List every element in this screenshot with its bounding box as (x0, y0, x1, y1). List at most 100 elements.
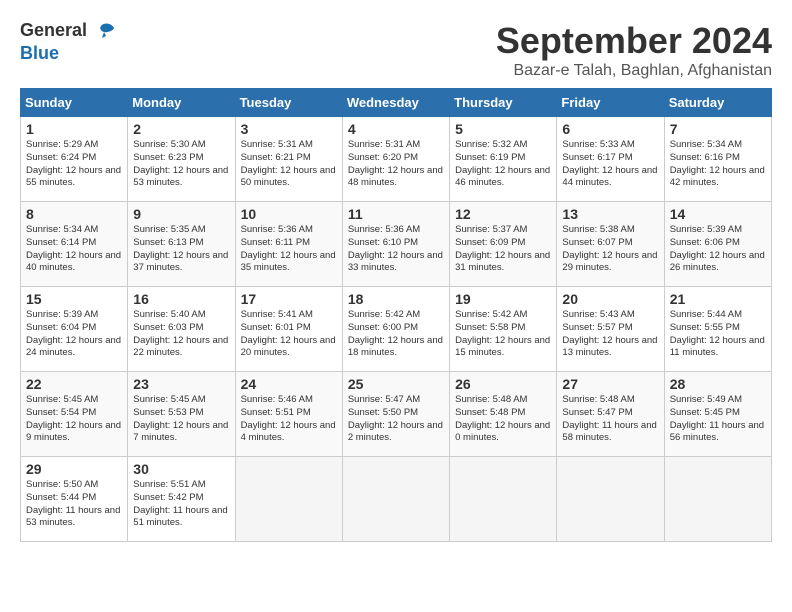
calendar-cell: 19 Sunrise: 5:42 AMSunset: 5:58 PMDaylig… (450, 287, 557, 372)
day-info: Sunrise: 5:40 AMSunset: 6:03 PMDaylight:… (133, 309, 228, 358)
day-info: Sunrise: 5:36 AMSunset: 6:10 PMDaylight:… (348, 224, 443, 273)
day-number: 22 (26, 376, 122, 392)
calendar-cell: 20 Sunrise: 5:43 AMSunset: 5:57 PMDaylig… (557, 287, 664, 372)
calendar-table: SundayMondayTuesdayWednesdayThursdayFrid… (20, 88, 772, 542)
day-info: Sunrise: 5:45 AMSunset: 5:53 PMDaylight:… (133, 394, 228, 443)
calendar-cell: 14 Sunrise: 5:39 AMSunset: 6:06 PMDaylig… (664, 202, 771, 287)
calendar-cell: 25 Sunrise: 5:47 AMSunset: 5:50 PMDaylig… (342, 372, 449, 457)
day-number: 13 (562, 206, 658, 222)
day-number: 8 (26, 206, 122, 222)
day-info: Sunrise: 5:44 AMSunset: 5:55 PMDaylight:… (670, 309, 765, 358)
calendar-cell: 30 Sunrise: 5:51 AMSunset: 5:42 PMDaylig… (128, 457, 235, 542)
calendar-cell (235, 457, 342, 542)
day-info: Sunrise: 5:31 AMSunset: 6:20 PMDaylight:… (348, 139, 443, 188)
day-number: 26 (455, 376, 551, 392)
day-number: 6 (562, 121, 658, 137)
day-number: 11 (348, 206, 444, 222)
day-info: Sunrise: 5:47 AMSunset: 5:50 PMDaylight:… (348, 394, 443, 443)
day-info: Sunrise: 5:42 AMSunset: 5:58 PMDaylight:… (455, 309, 550, 358)
weekday-header-wednesday: Wednesday (342, 89, 449, 117)
calendar-cell: 8 Sunrise: 5:34 AMSunset: 6:14 PMDayligh… (21, 202, 128, 287)
calendar-cell: 28 Sunrise: 5:49 AMSunset: 5:45 PMDaylig… (664, 372, 771, 457)
day-number: 16 (133, 291, 229, 307)
day-info: Sunrise: 5:34 AMSunset: 6:16 PMDaylight:… (670, 139, 765, 188)
calendar-cell: 21 Sunrise: 5:44 AMSunset: 5:55 PMDaylig… (664, 287, 771, 372)
logo-bird-icon (94, 20, 118, 44)
day-number: 21 (670, 291, 766, 307)
calendar-row-1: 1 Sunrise: 5:29 AMSunset: 6:24 PMDayligh… (21, 117, 772, 202)
calendar-cell (342, 457, 449, 542)
day-info: Sunrise: 5:48 AMSunset: 5:47 PMDaylight:… (562, 394, 656, 443)
weekday-header-tuesday: Tuesday (235, 89, 342, 117)
calendar-cell: 24 Sunrise: 5:46 AMSunset: 5:51 PMDaylig… (235, 372, 342, 457)
day-number: 20 (562, 291, 658, 307)
day-info: Sunrise: 5:35 AMSunset: 6:13 PMDaylight:… (133, 224, 228, 273)
day-number: 5 (455, 121, 551, 137)
logo-blue: Blue (20, 43, 59, 63)
day-number: 9 (133, 206, 229, 222)
day-number: 1 (26, 121, 122, 137)
day-number: 2 (133, 121, 229, 137)
weekday-header-sunday: Sunday (21, 89, 128, 117)
day-number: 19 (455, 291, 551, 307)
calendar-cell: 15 Sunrise: 5:39 AMSunset: 6:04 PMDaylig… (21, 287, 128, 372)
calendar-cell: 17 Sunrise: 5:41 AMSunset: 6:01 PMDaylig… (235, 287, 342, 372)
calendar-cell: 23 Sunrise: 5:45 AMSunset: 5:53 PMDaylig… (128, 372, 235, 457)
calendar-cell: 7 Sunrise: 5:34 AMSunset: 6:16 PMDayligh… (664, 117, 771, 202)
calendar-cell: 4 Sunrise: 5:31 AMSunset: 6:20 PMDayligh… (342, 117, 449, 202)
day-number: 30 (133, 461, 229, 477)
location-title: Bazar-e Talah, Baghlan, Afghanistan (496, 62, 772, 80)
day-number: 10 (241, 206, 337, 222)
day-number: 12 (455, 206, 551, 222)
calendar-cell: 16 Sunrise: 5:40 AMSunset: 6:03 PMDaylig… (128, 287, 235, 372)
day-info: Sunrise: 5:43 AMSunset: 5:57 PMDaylight:… (562, 309, 657, 358)
day-info: Sunrise: 5:37 AMSunset: 6:09 PMDaylight:… (455, 224, 550, 273)
day-number: 18 (348, 291, 444, 307)
day-number: 25 (348, 376, 444, 392)
day-info: Sunrise: 5:38 AMSunset: 6:07 PMDaylight:… (562, 224, 657, 273)
day-number: 29 (26, 461, 122, 477)
day-number: 3 (241, 121, 337, 137)
day-info: Sunrise: 5:34 AMSunset: 6:14 PMDaylight:… (26, 224, 121, 273)
calendar-cell: 22 Sunrise: 5:45 AMSunset: 5:54 PMDaylig… (21, 372, 128, 457)
weekday-header-saturday: Saturday (664, 89, 771, 117)
calendar-cell: 3 Sunrise: 5:31 AMSunset: 6:21 PMDayligh… (235, 117, 342, 202)
day-info: Sunrise: 5:41 AMSunset: 6:01 PMDaylight:… (241, 309, 336, 358)
page-header: General Blue September 2024 Bazar-e Tala… (20, 20, 772, 80)
calendar-cell: 26 Sunrise: 5:48 AMSunset: 5:48 PMDaylig… (450, 372, 557, 457)
logo: General Blue (20, 20, 118, 64)
day-info: Sunrise: 5:30 AMSunset: 6:23 PMDaylight:… (133, 139, 228, 188)
day-info: Sunrise: 5:45 AMSunset: 5:54 PMDaylight:… (26, 394, 121, 443)
weekday-header-monday: Monday (128, 89, 235, 117)
day-info: Sunrise: 5:51 AMSunset: 5:42 PMDaylight:… (133, 479, 227, 528)
day-number: 7 (670, 121, 766, 137)
calendar-cell: 9 Sunrise: 5:35 AMSunset: 6:13 PMDayligh… (128, 202, 235, 287)
day-number: 24 (241, 376, 337, 392)
day-number: 28 (670, 376, 766, 392)
day-info: Sunrise: 5:39 AMSunset: 6:06 PMDaylight:… (670, 224, 765, 273)
day-info: Sunrise: 5:32 AMSunset: 6:19 PMDaylight:… (455, 139, 550, 188)
calendar-row-4: 22 Sunrise: 5:45 AMSunset: 5:54 PMDaylig… (21, 372, 772, 457)
calendar-cell: 10 Sunrise: 5:36 AMSunset: 6:11 PMDaylig… (235, 202, 342, 287)
day-info: Sunrise: 5:33 AMSunset: 6:17 PMDaylight:… (562, 139, 657, 188)
day-info: Sunrise: 5:39 AMSunset: 6:04 PMDaylight:… (26, 309, 121, 358)
day-number: 4 (348, 121, 444, 137)
calendar-cell: 12 Sunrise: 5:37 AMSunset: 6:09 PMDaylig… (450, 202, 557, 287)
day-info: Sunrise: 5:48 AMSunset: 5:48 PMDaylight:… (455, 394, 550, 443)
day-number: 17 (241, 291, 337, 307)
calendar-row-3: 15 Sunrise: 5:39 AMSunset: 6:04 PMDaylig… (21, 287, 772, 372)
month-title: September 2024 (496, 20, 772, 62)
day-info: Sunrise: 5:46 AMSunset: 5:51 PMDaylight:… (241, 394, 336, 443)
calendar-cell: 29 Sunrise: 5:50 AMSunset: 5:44 PMDaylig… (21, 457, 128, 542)
weekday-header-thursday: Thursday (450, 89, 557, 117)
weekday-header-row: SundayMondayTuesdayWednesdayThursdayFrid… (21, 89, 772, 117)
calendar-cell: 1 Sunrise: 5:29 AMSunset: 6:24 PMDayligh… (21, 117, 128, 202)
calendar-cell (664, 457, 771, 542)
day-number: 23 (133, 376, 229, 392)
weekday-header-friday: Friday (557, 89, 664, 117)
calendar-cell (450, 457, 557, 542)
calendar-cell (557, 457, 664, 542)
day-info: Sunrise: 5:50 AMSunset: 5:44 PMDaylight:… (26, 479, 120, 528)
day-info: Sunrise: 5:49 AMSunset: 5:45 PMDaylight:… (670, 394, 764, 443)
calendar-cell: 6 Sunrise: 5:33 AMSunset: 6:17 PMDayligh… (557, 117, 664, 202)
